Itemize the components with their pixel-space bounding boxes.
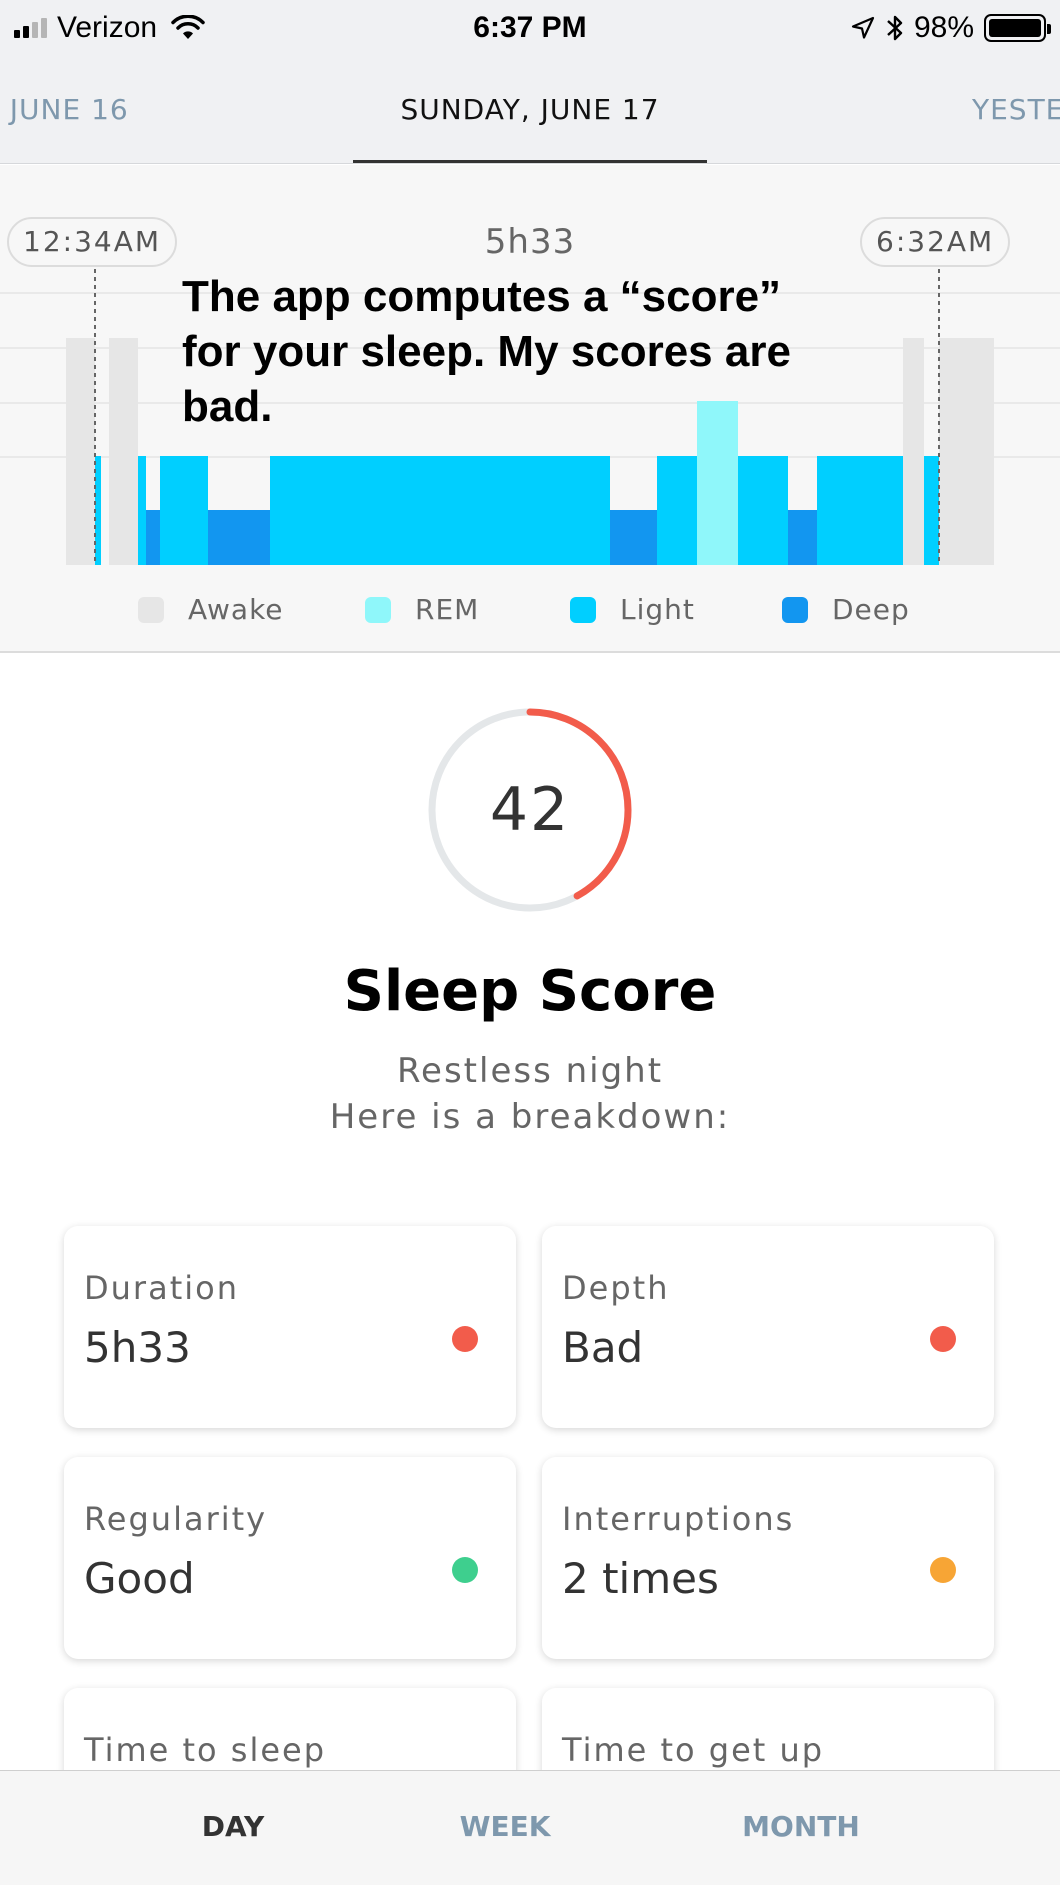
sleep-segment-awake bbox=[109, 338, 138, 565]
sleep-graph-panel[interactable]: 12:34AM 5h33 6:32AM The app computes a “… bbox=[0, 165, 1060, 653]
metric-label: Time to get up bbox=[562, 1731, 825, 1769]
status-dot bbox=[930, 1557, 956, 1583]
legend-swatch bbox=[782, 596, 808, 623]
sleep-segment-deep bbox=[788, 510, 817, 565]
sleep-segment-deep bbox=[146, 510, 160, 565]
sleep-segment-awake bbox=[939, 338, 994, 565]
status-dot bbox=[930, 1326, 956, 1352]
sleep-start-time: 12:34AM bbox=[7, 217, 178, 267]
legend-item-rem: REM bbox=[365, 593, 479, 626]
sleep-score-value: 42 bbox=[489, 775, 571, 845]
sleep-stage-legend: Awake REM Light Deep bbox=[0, 593, 1060, 637]
legend-swatch bbox=[570, 596, 596, 623]
tab-next-day[interactable]: YESTE bbox=[972, 92, 1060, 128]
tab-previous-day[interactable]: , JUNE 16 bbox=[0, 92, 129, 128]
status-bar: Verizon 6:37 PM 98% bbox=[0, 0, 1060, 56]
metric-label: Interruptions bbox=[562, 1500, 795, 1538]
metric-label: Depth bbox=[562, 1269, 670, 1307]
sleep-segment-awake bbox=[66, 338, 95, 565]
sleep-segment-light bbox=[738, 456, 788, 565]
metric-value: 2 times bbox=[562, 1554, 719, 1603]
annotation-line: for your sleep. My scores are bbox=[182, 327, 791, 376]
metric-label: Regularity bbox=[84, 1500, 268, 1538]
metric-value: 5h33 bbox=[84, 1323, 191, 1372]
sleep-segment-deep bbox=[610, 510, 657, 565]
metric-card-depth[interactable]: Depth Bad bbox=[542, 1226, 994, 1428]
battery-icon bbox=[984, 14, 1051, 42]
annotation-line: The app computes a “score” bbox=[182, 272, 782, 321]
sleep-segment-light bbox=[924, 456, 939, 565]
date-tab-bar: , JUNE 16 SUNDAY, JUNE 17 YESTE bbox=[0, 56, 1060, 164]
metric-value: Good bbox=[84, 1554, 195, 1603]
location-arrow-icon bbox=[851, 16, 875, 39]
legend-label: REM bbox=[415, 593, 480, 626]
status-dot bbox=[452, 1557, 478, 1583]
legend-swatch bbox=[365, 596, 391, 623]
sleep-segment-light bbox=[657, 456, 697, 565]
legend-item-deep: Deep bbox=[782, 593, 910, 626]
metric-card-interruptions[interactable]: Interruptions 2 times bbox=[542, 1457, 994, 1659]
bluetooth-icon bbox=[887, 15, 903, 41]
tab-current-day[interactable]: SUNDAY, JUNE 17 bbox=[353, 92, 707, 128]
sleep-segment-deep bbox=[208, 510, 270, 565]
sleep-segment-light bbox=[138, 456, 146, 565]
sleep-segment-awake bbox=[903, 338, 924, 565]
metric-card-regularity[interactable]: Regularity Good bbox=[64, 1457, 516, 1659]
sleep-duration-label: 5h33 bbox=[484, 222, 576, 262]
battery-percent: 98% bbox=[913, 11, 974, 44]
nav-week[interactable]: WEEK bbox=[405, 1803, 605, 1851]
status-right: 98% bbox=[850, 8, 1051, 48]
legend-item-light: Light bbox=[570, 593, 695, 626]
metric-card-duration[interactable]: Duration 5h33 bbox=[64, 1226, 516, 1428]
sleep-segment-light bbox=[817, 456, 903, 565]
legend-label: Awake bbox=[188, 593, 284, 626]
bottom-nav: DAY WEEK MONTH bbox=[0, 1770, 1060, 1885]
legend-label: Light bbox=[620, 593, 695, 626]
legend-swatch bbox=[138, 596, 164, 623]
sleep-end-time: 6:32AM bbox=[860, 217, 1011, 267]
legend-item-awake: Awake bbox=[138, 593, 284, 626]
sleep-score-title: Sleep Score bbox=[343, 959, 717, 1024]
metric-label: Duration bbox=[84, 1269, 239, 1307]
status-dot bbox=[452, 1326, 478, 1352]
nav-month[interactable]: MONTH bbox=[701, 1803, 901, 1851]
sleep-segment-light bbox=[270, 456, 610, 565]
sleep-segment-light bbox=[160, 456, 208, 565]
active-tab-indicator bbox=[353, 160, 707, 163]
legend-label: Deep bbox=[832, 593, 910, 626]
annotation-line: bad. bbox=[182, 382, 273, 431]
score-subtitle: Restless night bbox=[396, 1051, 664, 1091]
annotation-text: The app computes a “score” for your slee… bbox=[182, 269, 882, 434]
metric-label: Time to sleep bbox=[84, 1731, 327, 1769]
nav-day[interactable]: DAY bbox=[133, 1803, 333, 1851]
metric-value: Bad bbox=[562, 1323, 644, 1372]
score-breakdown-intro: Here is a breakdown: bbox=[329, 1097, 731, 1137]
